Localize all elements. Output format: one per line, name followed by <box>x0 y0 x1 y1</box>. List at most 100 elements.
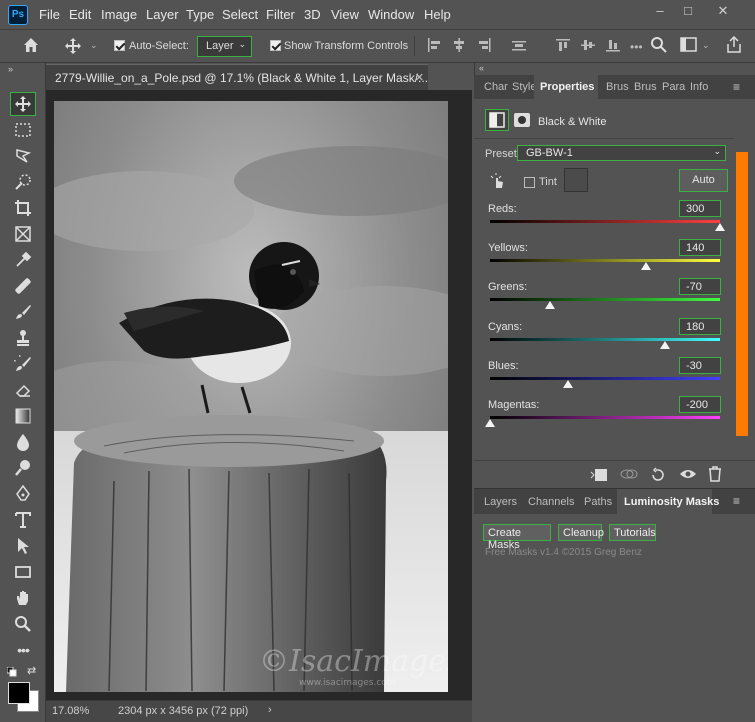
more-options-icon[interactable]: ••• <box>630 40 643 54</box>
path-selection-tool[interactable] <box>10 534 36 558</box>
menu-view[interactable]: View <box>331 7 359 22</box>
collapse-panel-icon[interactable]: « <box>479 63 484 73</box>
document-tab[interactable]: 2779-Willie_on_a_Pole.psd @ 17.1% (Black… <box>46 64 428 90</box>
reset-icon[interactable] <box>650 467 666 486</box>
magentas-value-field[interactable]: -200 <box>679 396 721 413</box>
zoom-level[interactable]: 17.08% <box>52 705 89 717</box>
crop-tool[interactable] <box>10 196 36 220</box>
workspace-icon[interactable] <box>680 37 698 56</box>
home-icon[interactable] <box>22 36 40 57</box>
panel-menu-icon[interactable]: ≡ <box>733 80 740 94</box>
menu-filter[interactable]: Filter <box>266 7 295 22</box>
brush-tool[interactable] <box>10 300 36 324</box>
menu-edit[interactable]: Edit <box>69 7 91 22</box>
clip-to-layer-icon[interactable] <box>590 468 608 485</box>
align-right-icon[interactable] <box>477 38 491 52</box>
menu-select[interactable]: Select <box>222 7 258 22</box>
menu-image[interactable]: Image <box>101 7 137 22</box>
align-left-icon[interactable] <box>427 38 441 52</box>
dodge-tool[interactable] <box>10 456 36 480</box>
move-tool-preset-icon[interactable] <box>64 37 82 58</box>
quick-selection-tool[interactable] <box>10 170 36 194</box>
magentas-slider-thumb[interactable] <box>485 419 495 427</box>
image-canvas[interactable]: ©IsacImages www.isacimages.com <box>54 101 448 692</box>
menu-window[interactable]: Window <box>368 7 414 22</box>
healing-brush-tool[interactable] <box>10 274 36 298</box>
blues-slider-track[interactable] <box>490 377 720 380</box>
swap-colors-icon[interactable]: ⇄ <box>27 664 36 677</box>
yellows-slider-track[interactable] <box>490 259 720 262</box>
delete-trash-icon[interactable] <box>708 466 722 485</box>
tint-checkbox[interactable] <box>524 177 535 191</box>
maximize-button[interactable]: □ <box>678 4 698 18</box>
edit-toolbar[interactable]: ••• <box>10 638 36 662</box>
align-bottom-icon[interactable] <box>606 38 620 52</box>
close-tab-icon[interactable]: ✕ <box>415 71 424 84</box>
reds-slider-track[interactable] <box>490 220 720 223</box>
blur-tool[interactable] <box>10 430 36 454</box>
align-middle-icon[interactable] <box>581 38 595 52</box>
panel-menu-icon[interactable]: ≡ <box>733 494 740 508</box>
default-colors-icon[interactable] <box>6 666 17 680</box>
tab-luminosity-masks[interactable]: Luminosity Masks <box>624 496 719 508</box>
cyans-slider-thumb[interactable] <box>659 341 670 349</box>
foreground-color-swatch[interactable] <box>8 682 30 704</box>
rectangle-tool[interactable] <box>10 560 36 584</box>
menu-file[interactable]: File <box>39 7 60 22</box>
cyans-slider-track[interactable] <box>490 338 720 341</box>
cleanup-button[interactable]: Cleanup <box>558 524 604 541</box>
yellows-slider-thumb[interactable] <box>641 262 652 270</box>
adjustment-icon-button[interactable] <box>485 109 509 131</box>
align-top-icon[interactable] <box>556 38 570 52</box>
history-brush-tool[interactable] <box>10 352 36 376</box>
magentas-slider-track[interactable] <box>490 416 720 419</box>
search-icon[interactable] <box>650 36 668 57</box>
tab-channels[interactable]: Channels <box>528 496 574 508</box>
preset-dropdown[interactable]: GB-BW-1 ⌄ <box>517 145 726 161</box>
tab-layers[interactable]: Layers <box>484 496 517 508</box>
distribute-icon[interactable] <box>512 38 526 52</box>
frame-tool[interactable] <box>10 222 36 246</box>
tutorials-button[interactable]: Tutorials <box>609 524 656 541</box>
zoom-tool[interactable] <box>10 612 36 636</box>
blues-value-field[interactable]: -30 <box>679 357 721 374</box>
chevron-right-icon[interactable]: › <box>268 704 272 716</box>
auto-select-target-dropdown[interactable]: Layer ⌄ <box>197 36 252 57</box>
panel-scrollbar[interactable] <box>736 152 748 436</box>
blues-slider-thumb[interactable] <box>563 380 574 388</box>
reds-value-field[interactable]: 300 <box>679 200 721 217</box>
show-transform-checkbox[interactable] <box>270 40 281 54</box>
minimize-button[interactable]: – <box>650 4 670 18</box>
eyedropper-tool[interactable] <box>10 248 36 272</box>
close-window-button[interactable]: ✕ <box>713 4 733 18</box>
tab-paths[interactable]: Paths <box>584 496 612 508</box>
marquee-tool[interactable] <box>10 118 36 142</box>
collapse-panel-icon[interactable]: » <box>8 64 13 74</box>
create-masks-button[interactable]: Create Masks <box>483 524 551 551</box>
menu-3d[interactable]: 3D <box>304 7 321 22</box>
tint-color-swatch[interactable] <box>564 168 588 192</box>
align-center-icon[interactable] <box>452 38 466 52</box>
move-tool[interactable] <box>10 92 36 116</box>
clone-stamp-tool[interactable] <box>10 326 36 350</box>
eraser-tool[interactable] <box>10 378 36 402</box>
menu-layer[interactable]: Layer <box>146 7 179 22</box>
gradient-tool[interactable] <box>10 404 36 428</box>
lasso-tool[interactable] <box>10 144 36 168</box>
chevron-down-icon[interactable]: ⌄ <box>90 40 98 51</box>
auto-select-checkbox[interactable] <box>114 40 125 54</box>
visibility-eye-icon[interactable] <box>679 468 697 483</box>
greens-slider-track[interactable] <box>490 298 720 301</box>
cyans-value-field[interactable]: 180 <box>679 318 721 335</box>
auto-button[interactable]: Auto <box>679 169 728 192</box>
pen-tool[interactable] <box>10 482 36 506</box>
hand-tool[interactable] <box>10 586 36 610</box>
greens-slider-thumb[interactable] <box>544 301 555 309</box>
greens-value-field[interactable]: -70 <box>679 278 721 295</box>
menu-type[interactable]: Type <box>186 7 214 22</box>
share-icon[interactable] <box>725 35 743 57</box>
chevron-down-icon[interactable]: ⌄ <box>702 40 710 51</box>
reds-slider-thumb[interactable] <box>715 223 725 231</box>
layer-mask-icon[interactable] <box>513 112 531 131</box>
targeted-adjustment-icon[interactable] <box>488 172 506 193</box>
